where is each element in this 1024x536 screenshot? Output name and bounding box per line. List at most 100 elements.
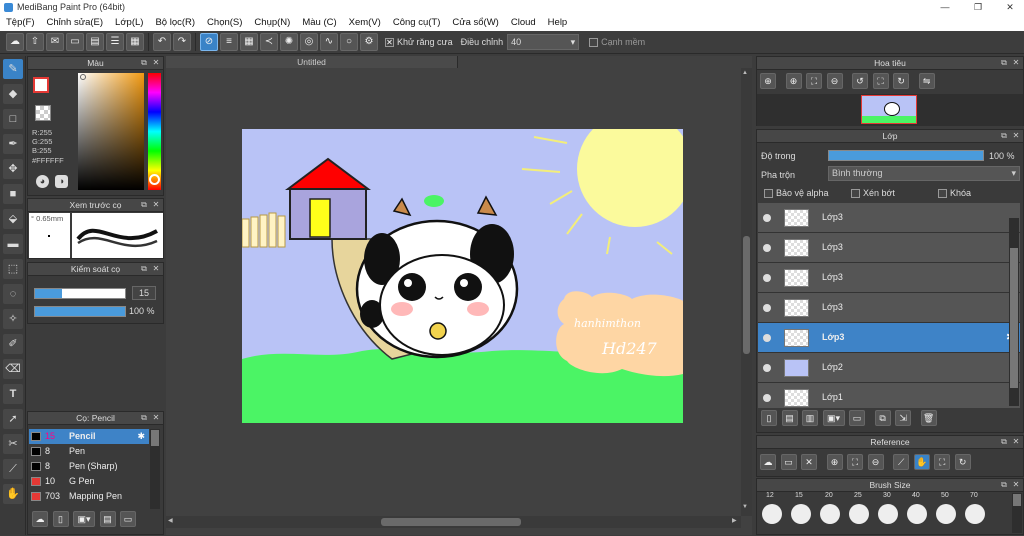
brush-item-pen[interactable]: 8 Pen — [29, 444, 149, 459]
hue-slider[interactable] — [148, 73, 161, 190]
share-icon[interactable]: ⇧ — [26, 33, 44, 51]
curve-snap-icon[interactable]: ∿ — [320, 33, 338, 51]
tab-untitled[interactable]: Untitled — [166, 56, 458, 68]
zoom-in-icon[interactable]: ⊕ — [826, 454, 843, 470]
layer-row[interactable]: Lớp3 — [758, 203, 1020, 233]
gear-icon[interactable]: ✱ — [137, 429, 145, 444]
perspective-snap-icon[interactable]: ≺ — [260, 33, 278, 51]
popout-icon[interactable]: ⧉ — [139, 264, 149, 274]
brush-tool-icon[interactable]: ✎ — [3, 59, 23, 79]
list-icon[interactable]: ☰ — [106, 33, 124, 51]
merge-layer-icon[interactable]: ⇲ — [895, 410, 912, 426]
grid-icon[interactable]: ▦ — [126, 33, 144, 51]
menu-edit[interactable]: Chỉnh sửa(E) — [41, 17, 110, 28]
brush-size-25[interactable] — [849, 504, 869, 524]
clipping-checkbox[interactable] — [851, 189, 860, 199]
layer-row-selected[interactable]: Lớp3✱ — [758, 323, 1020, 353]
brush-list-scrollbar[interactable] — [150, 429, 160, 509]
add-brush-menu-icon[interactable]: ▣▾ — [73, 511, 96, 527]
transparent-color-swatch[interactable] — [35, 105, 51, 121]
layer-scrollbar[interactable] — [1009, 218, 1019, 406]
palette-icon[interactable]: ◕ — [36, 175, 49, 188]
smooth-edge-option[interactable]: Cạnh mềm — [589, 37, 645, 47]
reset-view-icon[interactable]: ⛶ — [934, 454, 951, 470]
page-icon[interactable]: ▭ — [66, 33, 84, 51]
operation-tool-icon[interactable]: ➚ — [3, 409, 23, 429]
eye-icon[interactable] — [763, 394, 771, 402]
undo-icon[interactable]: ↶ — [153, 33, 171, 51]
brush-size-40[interactable] — [907, 504, 927, 524]
navigator-viewport[interactable] — [757, 94, 1023, 126]
brush-size-30[interactable] — [878, 504, 898, 524]
move-tool-icon[interactable]: ✥ — [3, 159, 23, 179]
primary-color-swatch[interactable] — [33, 77, 49, 93]
lock-option[interactable]: Khóa — [938, 188, 971, 199]
gradient-tool-icon[interactable]: ▬ — [3, 234, 23, 254]
vertical-scrollbar[interactable]: ▲ ▼ — [741, 68, 752, 516]
vertical-scrollbar-thumb[interactable] — [743, 236, 750, 354]
close-icon[interactable]: ✕ — [151, 413, 161, 423]
comment-icon[interactable]: ✉ — [46, 33, 64, 51]
select-rect-icon[interactable]: ⬚ — [3, 259, 23, 279]
close-icon[interactable]: ✕ — [1011, 58, 1021, 68]
popout-icon[interactable]: ⧉ — [999, 131, 1009, 141]
horizontal-scrollbar-thumb[interactable] — [381, 518, 521, 526]
menu-view[interactable]: Xem(V) — [343, 17, 387, 28]
eye-icon[interactable] — [763, 304, 771, 312]
new-brush-icon[interactable]: ▯ — [52, 511, 69, 527]
antialias-option[interactable]: ✕ Khử răng cưa — [385, 37, 453, 47]
select-eraser-icon[interactable]: ⌫ — [3, 359, 23, 379]
fill-rect-tool-icon[interactable]: ■ — [3, 184, 23, 204]
eye-icon[interactable] — [763, 334, 771, 342]
popout-icon[interactable]: ⧉ — [999, 58, 1009, 68]
brush-item-mapping-pen[interactable]: 703 Mapping Pen — [29, 489, 149, 504]
brush-size-20[interactable] — [820, 504, 840, 524]
brush-size-50[interactable] — [936, 504, 956, 524]
cloud-icon[interactable]: ☁ — [6, 33, 24, 51]
zoom-out-icon[interactable]: ⊖ — [867, 454, 884, 470]
protect-alpha-checkbox[interactable] — [764, 189, 773, 199]
minimize-button[interactable]: — — [931, 0, 959, 14]
brush-doc-icon[interactable]: ▤ — [99, 511, 116, 527]
grid-snap-icon[interactable]: ▦ — [240, 33, 258, 51]
bucket-tool-icon[interactable]: ⬙ — [3, 209, 23, 229]
trash-icon[interactable]: 🗑 — [920, 410, 937, 426]
eraser-tool-icon[interactable]: ◆ — [3, 84, 23, 104]
menu-help[interactable]: Help — [542, 17, 574, 28]
zoom-in-icon[interactable]: ⊕ — [785, 73, 802, 89]
menu-select[interactable]: Chọn(S) — [201, 17, 248, 28]
scroll-down-icon[interactable]: ▼ — [742, 504, 748, 510]
cloud-download-icon[interactable]: ☁ — [760, 454, 776, 470]
popout-icon[interactable]: ⧉ — [139, 200, 149, 210]
brush-size-scrollbar[interactable] — [1012, 493, 1022, 533]
brush-item-pen-sharp[interactable]: 8 Pen (Sharp) — [29, 459, 149, 474]
close-reference-icon[interactable]: ✕ — [801, 454, 818, 470]
navigator-thumbnail[interactable] — [861, 95, 917, 124]
protect-alpha-option[interactable]: Bảo vệ alpha — [764, 188, 829, 199]
settings-icon[interactable]: ⚙ — [360, 33, 378, 51]
brush-item-pencil[interactable]: 15 Pencil ✱ — [29, 429, 149, 444]
menu-tools[interactable]: Công cụ(T) — [387, 17, 447, 28]
close-icon[interactable]: ✕ — [1011, 131, 1021, 141]
layer-opacity-slider[interactable] — [828, 150, 984, 161]
doc-icon[interactable]: ▤ — [86, 33, 104, 51]
select-pen-icon[interactable]: ✐ — [3, 334, 23, 354]
layer-row[interactable]: Lớp3 — [758, 263, 1020, 293]
menu-layer[interactable]: Lớp(L) — [109, 17, 149, 28]
add-layer-menu-icon[interactable]: ▣▾ — [822, 410, 845, 426]
scrollbar-thumb[interactable] — [151, 430, 159, 446]
open-folder-icon[interactable]: ▭ — [780, 454, 797, 470]
brush-size-slider[interactable] — [34, 288, 126, 299]
fit-icon[interactable]: ⛶ — [847, 454, 864, 470]
brush-size-12[interactable] — [762, 504, 782, 524]
eye-icon[interactable] — [763, 244, 771, 252]
popout-icon[interactable]: ⧉ — [999, 480, 1009, 490]
menu-cloud[interactable]: Cloud — [505, 17, 542, 28]
rotate-icon[interactable]: ↻ — [954, 454, 971, 470]
layer-row[interactable]: Lớp1 — [758, 383, 1020, 408]
close-icon[interactable]: ✕ — [151, 264, 161, 274]
folder-icon[interactable]: ▭ — [849, 410, 866, 426]
close-icon[interactable]: ✕ — [1011, 480, 1021, 490]
brush-size-value[interactable]: 15 — [132, 286, 156, 300]
close-button[interactable]: ✕ — [996, 0, 1024, 14]
